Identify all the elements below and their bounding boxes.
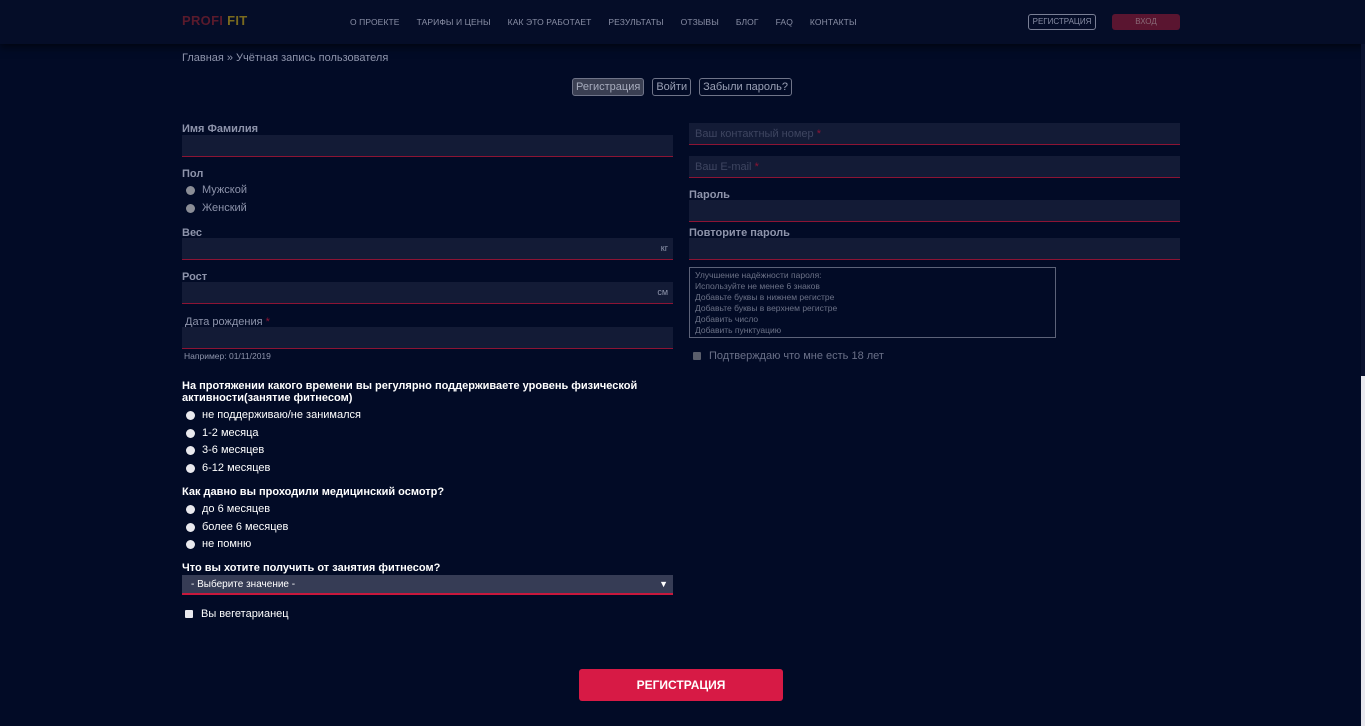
height-unit: см bbox=[657, 287, 668, 297]
gender-option-label: Женский bbox=[202, 202, 247, 214]
medical-option-over-6[interactable]: более 6 месяцев bbox=[186, 521, 288, 533]
nav-item-reviews[interactable]: ОТЗЫВЫ bbox=[681, 17, 719, 27]
gender-option-female[interactable]: Женский bbox=[186, 202, 247, 214]
gender-option-label: Мужской bbox=[202, 184, 247, 196]
nav-item-about[interactable]: О ПРОЕКТЕ bbox=[350, 17, 400, 27]
main-nav: О ПРОЕКТЕ ТАРИФЫ И ЦЕНЫ КАК ЭТО РАБОТАЕТ… bbox=[350, 17, 857, 27]
dob-field[interactable] bbox=[182, 327, 673, 349]
tab-forgot-password[interactable]: Забыли пароль? bbox=[699, 78, 793, 96]
radio-icon[interactable] bbox=[186, 539, 195, 549]
activity-option-3-6[interactable]: 3-6 месяцев bbox=[186, 444, 264, 456]
nav-item-faq[interactable]: FAQ bbox=[776, 17, 793, 27]
activity-option-label: не поддерживаю/не занимался bbox=[202, 409, 361, 421]
checkbox-icon[interactable] bbox=[693, 352, 701, 360]
chevron-down-icon: ▼ bbox=[659, 579, 668, 589]
medical-question: Как давно вы проходили медицинский осмот… bbox=[182, 486, 445, 498]
email-field[interactable]: Ваш E-mail * bbox=[689, 156, 1180, 178]
radio-icon[interactable] bbox=[186, 463, 195, 473]
breadcrumb-home-link[interactable]: Главная bbox=[182, 52, 224, 64]
name-field[interactable] bbox=[182, 135, 673, 157]
checkbox-icon[interactable] bbox=[185, 610, 193, 618]
radio-icon[interactable] bbox=[186, 445, 195, 455]
password-tip: Добавить пунктуацию bbox=[695, 325, 782, 335]
nav-item-tariffs[interactable]: ТАРИФЫ И ЦЕНЫ bbox=[417, 17, 491, 27]
header-login-button[interactable]: ВХОД bbox=[1112, 14, 1180, 30]
password-field[interactable] bbox=[689, 200, 1180, 222]
activity-option-6-12[interactable]: 6-12 месяцев bbox=[186, 462, 270, 474]
breadcrumb-separator: » bbox=[226, 52, 233, 64]
activity-option-none[interactable]: не поддерживаю/не занимался bbox=[186, 409, 361, 421]
required-mark: * bbox=[816, 128, 821, 140]
medical-option-label: более 6 месяцев bbox=[202, 521, 289, 533]
activity-option-1-2[interactable]: 1-2 месяца bbox=[186, 427, 259, 439]
phone-placeholder: Ваш контактный номер * bbox=[695, 128, 821, 140]
activity-question: На протяжении какого времени вы регулярн… bbox=[182, 380, 638, 404]
logo[interactable]: PROFI FIT bbox=[182, 13, 248, 28]
tab-register[interactable]: Регистрация bbox=[572, 78, 645, 96]
email-placeholder: Ваш E-mail * bbox=[695, 161, 759, 173]
scrollbar-thumb[interactable] bbox=[1361, 376, 1365, 726]
account-tabs: Регистрация Войти Забыли пароль? bbox=[572, 78, 793, 96]
breadcrumb-current: Учётная запись пользователя bbox=[236, 52, 389, 64]
password-tip: Добавить число bbox=[695, 314, 759, 324]
radio-icon[interactable] bbox=[186, 185, 195, 195]
nav-item-contacts[interactable]: КОНТАКТЫ bbox=[810, 17, 857, 27]
activity-option-label: 6-12 месяцев bbox=[202, 462, 271, 474]
goal-select-value: - Выберите значение - bbox=[191, 579, 296, 590]
activity-option-label: 3-6 месяцев bbox=[202, 444, 265, 456]
radio-icon[interactable] bbox=[186, 410, 195, 420]
radio-icon[interactable] bbox=[186, 504, 195, 514]
activity-option-label: 1-2 месяца bbox=[202, 427, 259, 439]
gender-option-male[interactable]: Мужской bbox=[186, 184, 247, 196]
register-submit-button[interactable]: РЕГИСТРАЦИЯ bbox=[579, 669, 783, 701]
required-mark: * bbox=[754, 161, 759, 173]
age-confirm-checkbox[interactable]: Подтверждаю что мне есть 18 лет bbox=[693, 350, 884, 362]
logo-part1: PROFI bbox=[182, 13, 224, 28]
phone-field[interactable]: Ваш контактный номер * bbox=[689, 123, 1180, 145]
password-repeat-field[interactable] bbox=[689, 238, 1180, 260]
logo-part2: FIT bbox=[227, 13, 248, 28]
email-placeholder-text: Ваш E-mail bbox=[695, 161, 752, 173]
weight-field[interactable]: кг bbox=[182, 238, 673, 260]
header-register-button[interactable]: РЕГИСТРАЦИЯ bbox=[1028, 14, 1096, 30]
dob-hint: Например: 01/11/2019 bbox=[184, 351, 271, 361]
nav-item-results[interactable]: РЕЗУЛЬТАТЫ bbox=[608, 17, 663, 27]
radio-icon[interactable] bbox=[186, 522, 195, 532]
vegetarian-checkbox[interactable]: Вы вегетарианец bbox=[185, 608, 289, 620]
vegetarian-label: Вы вегетарианец bbox=[201, 608, 289, 620]
site-header: PROFI FIT О ПРОЕКТЕ ТАРИФЫ И ЦЕНЫ КАК ЭТ… bbox=[0, 0, 1365, 44]
phone-placeholder-text: Ваш контактный номер bbox=[695, 128, 814, 140]
gender-label: Пол bbox=[182, 168, 204, 180]
weight-unit: кг bbox=[660, 243, 668, 253]
medical-option-label: до 6 месяцев bbox=[202, 503, 271, 515]
password-tips-title: Улучшение надёжности пароля: bbox=[695, 270, 822, 280]
password-strength-tips: Улучшение надёжности пароля: Используйте… bbox=[689, 267, 1056, 338]
password-tip: Добавьте буквы в верхнем регистре bbox=[695, 303, 838, 313]
password-tip: Используйте не менее 6 знаков bbox=[695, 281, 820, 291]
medical-option-dont-remember[interactable]: не помню bbox=[186, 538, 251, 550]
medical-option-label: не помню bbox=[202, 538, 252, 550]
radio-icon[interactable] bbox=[186, 428, 195, 438]
nav-item-how-it-works[interactable]: КАК ЭТО РАБОТАЕТ bbox=[508, 17, 592, 27]
nav-item-blog[interactable]: БЛОГ bbox=[736, 17, 759, 27]
height-field[interactable]: см bbox=[182, 282, 673, 304]
goal-question: Что вы хотите получить от занятия фитнес… bbox=[182, 562, 441, 574]
radio-icon[interactable] bbox=[186, 203, 195, 213]
age-confirm-label: Подтверждаю что мне есть 18 лет bbox=[709, 350, 884, 362]
goal-select[interactable]: - Выберите значение - ▼ bbox=[182, 575, 673, 595]
password-tip: Добавьте буквы в нижнем регистре bbox=[695, 292, 835, 302]
medical-option-under-6[interactable]: до 6 месяцев bbox=[186, 503, 270, 515]
name-label: Имя Фамилия bbox=[182, 123, 259, 135]
breadcrumb: Главная» Учётная запись пользователя bbox=[182, 52, 388, 64]
scrollbar-track[interactable] bbox=[1361, 44, 1365, 376]
tab-login[interactable]: Войти bbox=[652, 78, 692, 96]
